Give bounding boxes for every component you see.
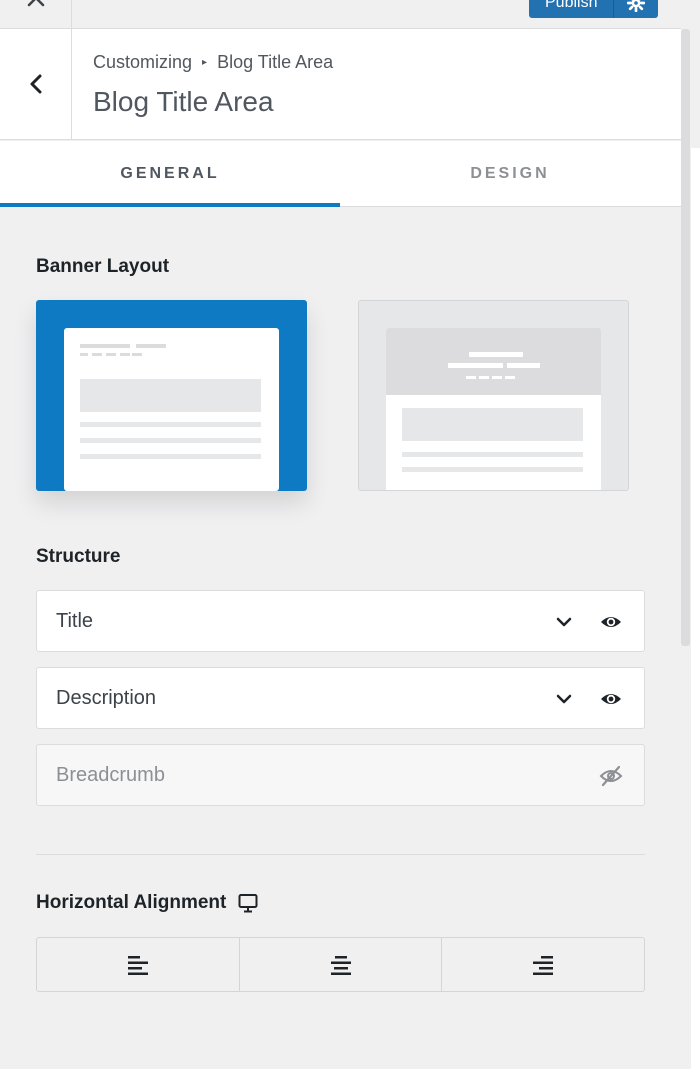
- scrollbar-thumb[interactable]: [681, 29, 690, 646]
- banner-layout-option-inline[interactable]: [36, 300, 307, 491]
- align-right-button[interactable]: [442, 938, 644, 991]
- structure-item-title[interactable]: Title: [36, 590, 645, 652]
- close-customizer-button[interactable]: [0, 0, 72, 29]
- align-left-button[interactable]: [37, 938, 240, 991]
- structure-item-label: Description: [56, 687, 157, 709]
- customizer-topbar: Publish: [0, 0, 681, 29]
- eye-icon[interactable]: [599, 610, 623, 634]
- desktop-icon[interactable]: [237, 892, 259, 914]
- panel-header: Customizing ▸ Blog Title Area Blog Title…: [0, 29, 681, 140]
- align-left-icon: [127, 955, 148, 975]
- align-center-icon: [330, 955, 351, 975]
- preview-edge: [691, 0, 700, 1069]
- close-icon: [27, 0, 44, 7]
- section-divider: [36, 854, 645, 855]
- page-title: Blog Title Area: [93, 86, 274, 117]
- breadcrumb-current: Blog Title Area: [217, 52, 334, 72]
- structure-label: Structure: [36, 546, 121, 567]
- layout-inline-preview-icon: [64, 328, 279, 491]
- structure-item-breadcrumb[interactable]: Breadcrumb: [36, 744, 645, 806]
- eye-icon[interactable]: [599, 687, 623, 711]
- horizontal-alignment-header: Horizontal Alignment: [36, 892, 259, 914]
- gear-icon: [627, 0, 646, 12]
- publish-button[interactable]: Publish: [529, 0, 614, 18]
- banner-layout-option-cover[interactable]: [358, 300, 629, 491]
- breadcrumb-root: Customizing: [93, 52, 193, 72]
- publish-group: Publish: [529, 0, 659, 18]
- panel-tabs: GENERAL DESIGN: [0, 141, 681, 207]
- eye-hidden-icon[interactable]: [599, 764, 623, 788]
- structure-item-label: Title: [56, 610, 94, 632]
- back-button[interactable]: [0, 29, 72, 139]
- banner-layout-label: Banner Layout: [36, 256, 170, 277]
- horizontal-alignment-control: [36, 937, 645, 992]
- layout-cover-preview-icon: [386, 328, 601, 490]
- breadcrumb-separator-icon: ▸: [202, 57, 208, 68]
- structure-item-description[interactable]: Description: [36, 667, 645, 729]
- structure-item-label: Breadcrumb: [56, 764, 165, 786]
- tab-design[interactable]: DESIGN: [340, 141, 680, 207]
- chevron-left-icon: [30, 74, 41, 94]
- publish-settings-button[interactable]: [613, 0, 659, 18]
- horizontal-alignment-label: Horizontal Alignment: [36, 892, 227, 913]
- chevron-down-icon[interactable]: [553, 688, 575, 710]
- tab-general[interactable]: GENERAL: [0, 141, 340, 207]
- breadcrumb: Customizing ▸ Blog Title Area: [93, 52, 333, 73]
- align-center-button[interactable]: [240, 938, 443, 991]
- align-right-icon: [533, 955, 554, 975]
- chevron-down-icon[interactable]: [553, 611, 575, 633]
